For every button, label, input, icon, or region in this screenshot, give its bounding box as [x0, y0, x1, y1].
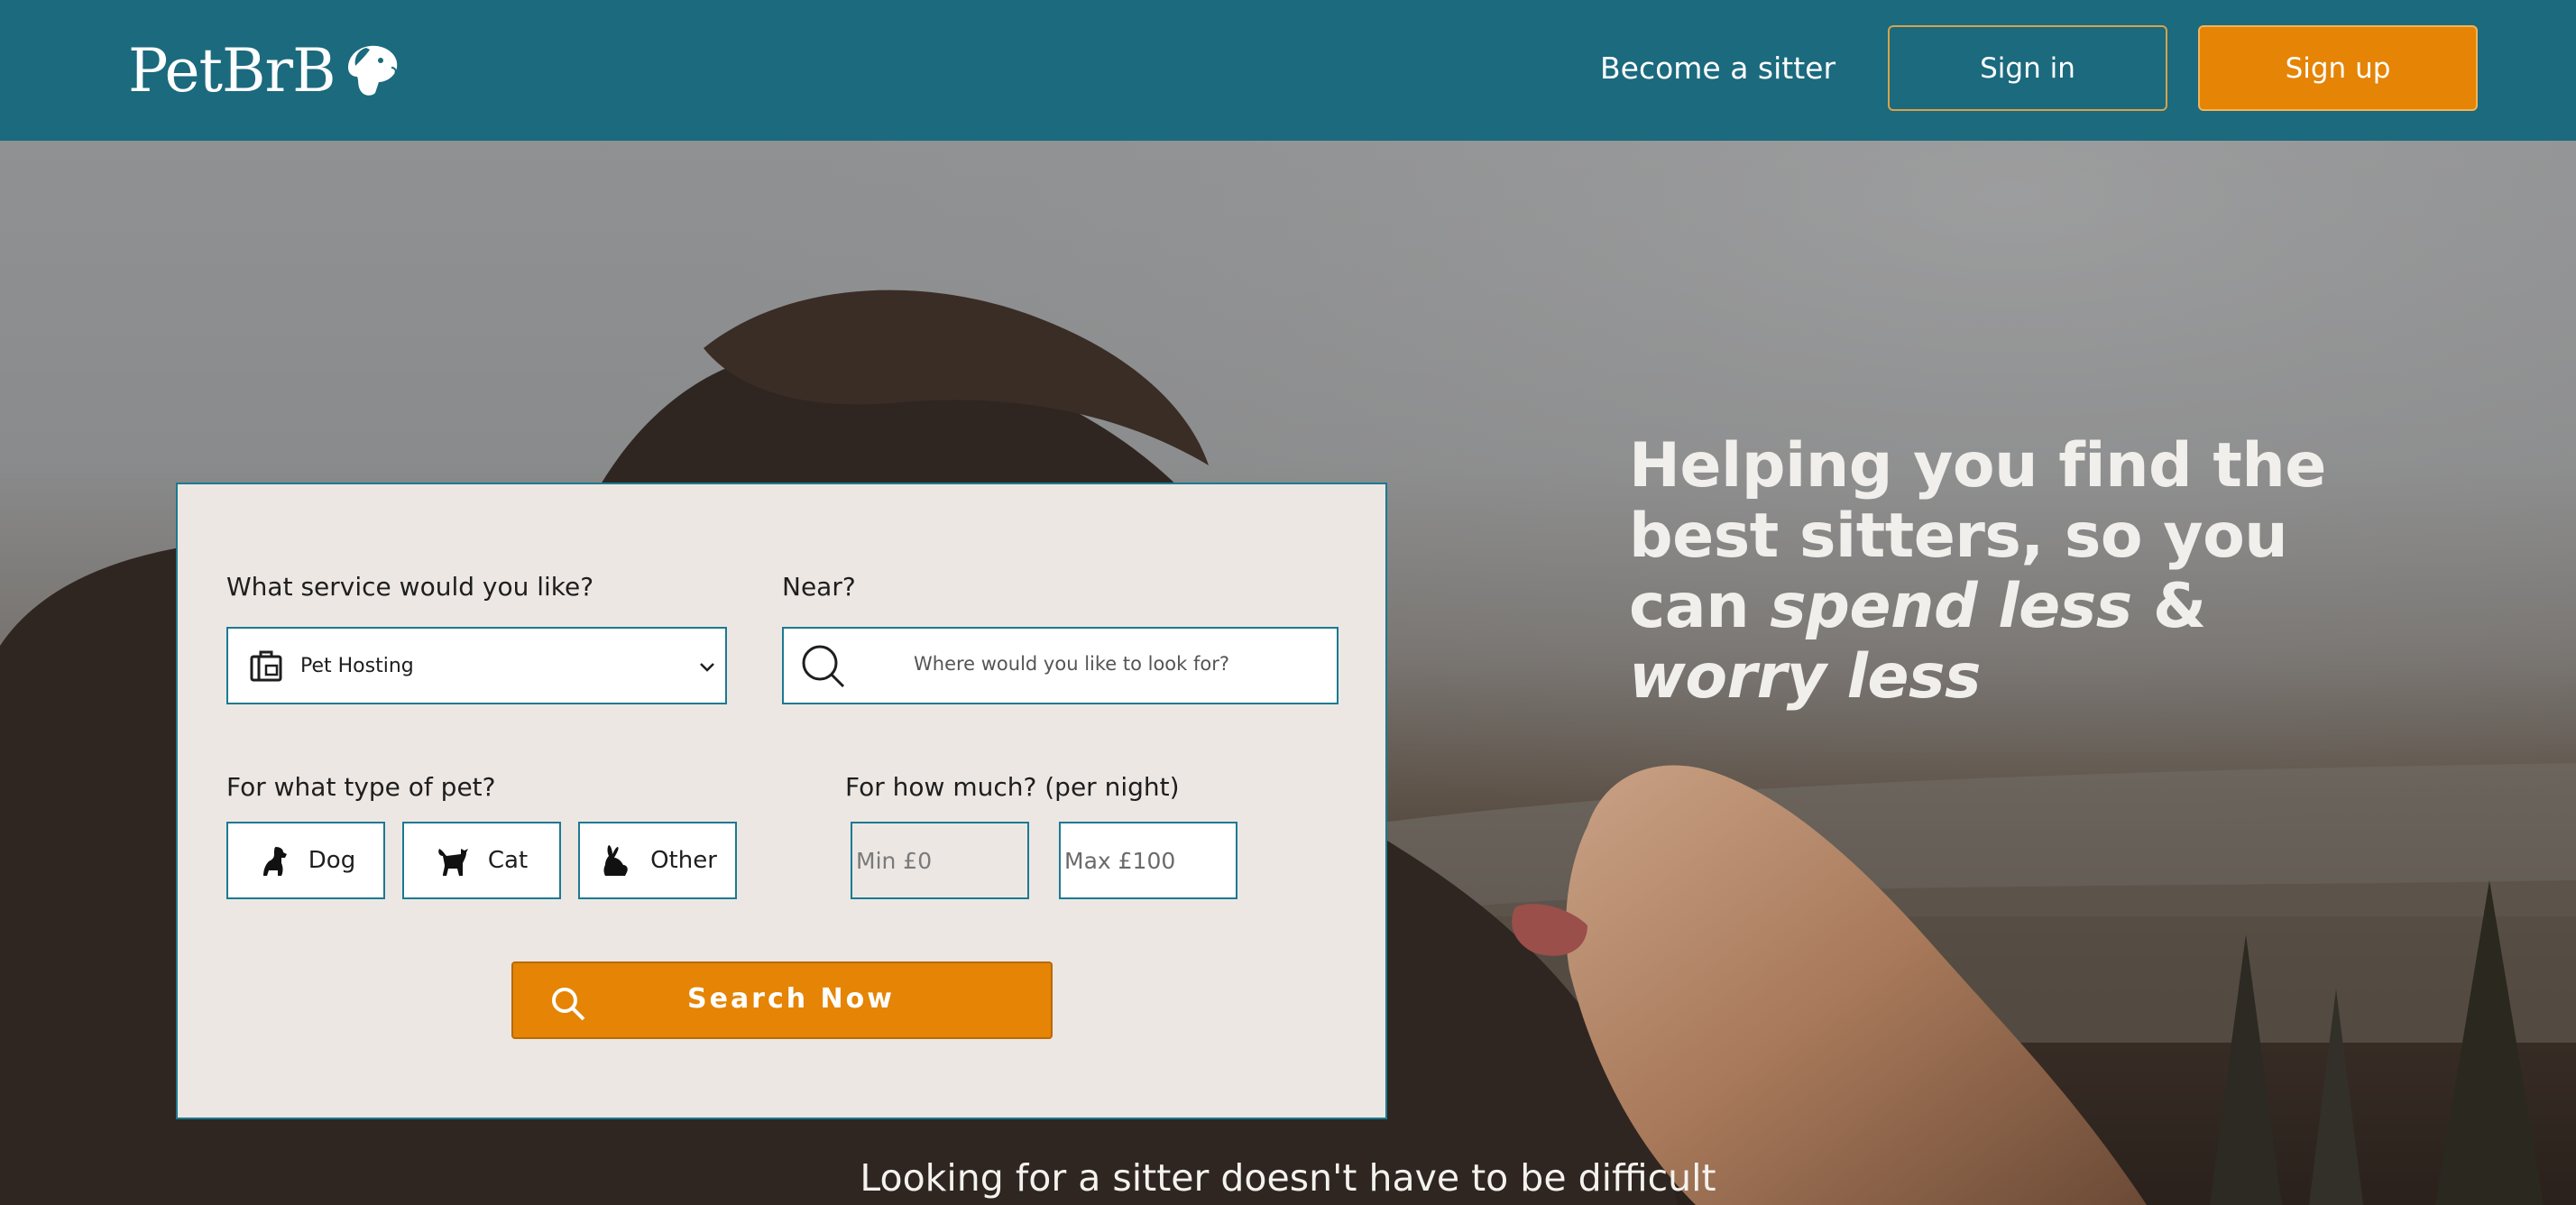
sign-in-button[interactable]: Sign in — [1888, 25, 2167, 111]
pet-dog-button[interactable]: Dog — [226, 822, 385, 899]
search-now-button[interactable]: Search Now — [511, 961, 1053, 1039]
service-select[interactable]: Pet Hosting — [226, 627, 727, 704]
hero-section: What service would you like? Pet Hosting… — [0, 141, 2576, 1205]
suitcase-icon — [250, 650, 282, 682]
hero-tagline: Helping you find the best sitters, so yo… — [1629, 431, 2423, 713]
service-label: What service would you like? — [226, 572, 594, 602]
search-now-label: Search Now — [686, 983, 895, 1015]
pet-cat-label: Cat — [487, 847, 529, 874]
location-placeholder: Where would you like to look for? — [914, 653, 1230, 675]
rabbit-icon — [603, 845, 628, 876]
tagline-emphasis-2: worry less — [1629, 641, 1981, 713]
logo[interactable]: PetBrB — [128, 34, 404, 106]
logo-text: PetBrB — [128, 35, 336, 106]
location-search-input[interactable]: Where would you like to look for? — [782, 627, 1339, 704]
min-price-input[interactable]: Min £0 — [851, 822, 1029, 899]
search-card: What service would you like? Pet Hosting… — [176, 483, 1387, 1119]
price-label: For how much? (per night) — [845, 772, 1180, 802]
pet-type-label: For what type of pet? — [226, 772, 496, 802]
tagline-emphasis-1: spend less — [1770, 571, 2132, 642]
pet-other-button[interactable]: Other — [578, 822, 737, 899]
become-sitter-link[interactable]: Become a sitter — [1600, 47, 1835, 90]
sign-up-button[interactable]: Sign up — [2198, 25, 2478, 111]
pet-dog-label: Dog — [308, 847, 356, 874]
pet-other-label: Other — [650, 847, 717, 874]
max-price-input[interactable]: Max £100 — [1059, 822, 1237, 899]
cat-icon — [438, 849, 468, 876]
chevron-down-icon — [700, 663, 714, 672]
site-header: PetBrB Become a sitter Sign in Sign up — [0, 0, 2576, 141]
dog-head-icon — [347, 45, 397, 96]
near-label: Near? — [782, 572, 856, 602]
tagline-ampersand: & — [2131, 571, 2206, 642]
pet-cat-button[interactable]: Cat — [402, 822, 561, 899]
search-icon — [802, 645, 845, 688]
dog-icon — [262, 847, 287, 876]
section-heading: Looking for a sitter doesn't have to be … — [860, 1156, 1716, 1200]
service-value: Pet Hosting — [300, 654, 414, 677]
